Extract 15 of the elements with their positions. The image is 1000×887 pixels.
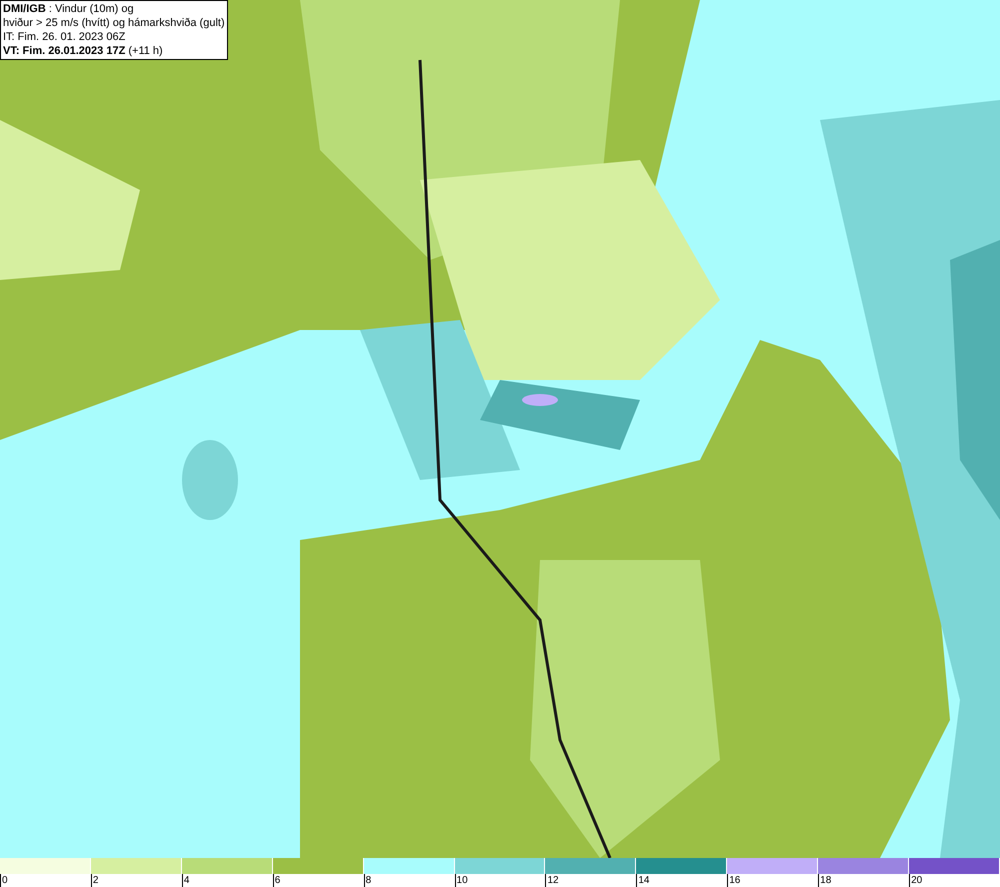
legend-label: 4	[182, 874, 190, 887]
legend-label: 2	[92, 874, 98, 887]
legend-label: 12	[546, 874, 559, 887]
legend-label: 0	[1, 874, 8, 887]
title-line: VT: Fim. 26.01.2023 17Z (+11 h)	[3, 44, 164, 58]
legend-label: 16	[728, 874, 740, 887]
title-line: DMI/IGB : Vindur (10m) og	[3, 2, 135, 16]
legend-label: 10	[456, 874, 468, 887]
legend-label: 18	[819, 874, 832, 887]
legend-label: 6	[274, 874, 280, 887]
legend-label: 20	[910, 874, 922, 887]
legend-label: 14	[637, 874, 650, 887]
legend-label: 8	[364, 874, 372, 887]
title-line: hviður > 25 m/s (hvítt) og hámarkshviða (gult)	[3, 16, 225, 30]
title-line: IT: Fim. 26. 01. 2023 06Z	[3, 30, 126, 44]
